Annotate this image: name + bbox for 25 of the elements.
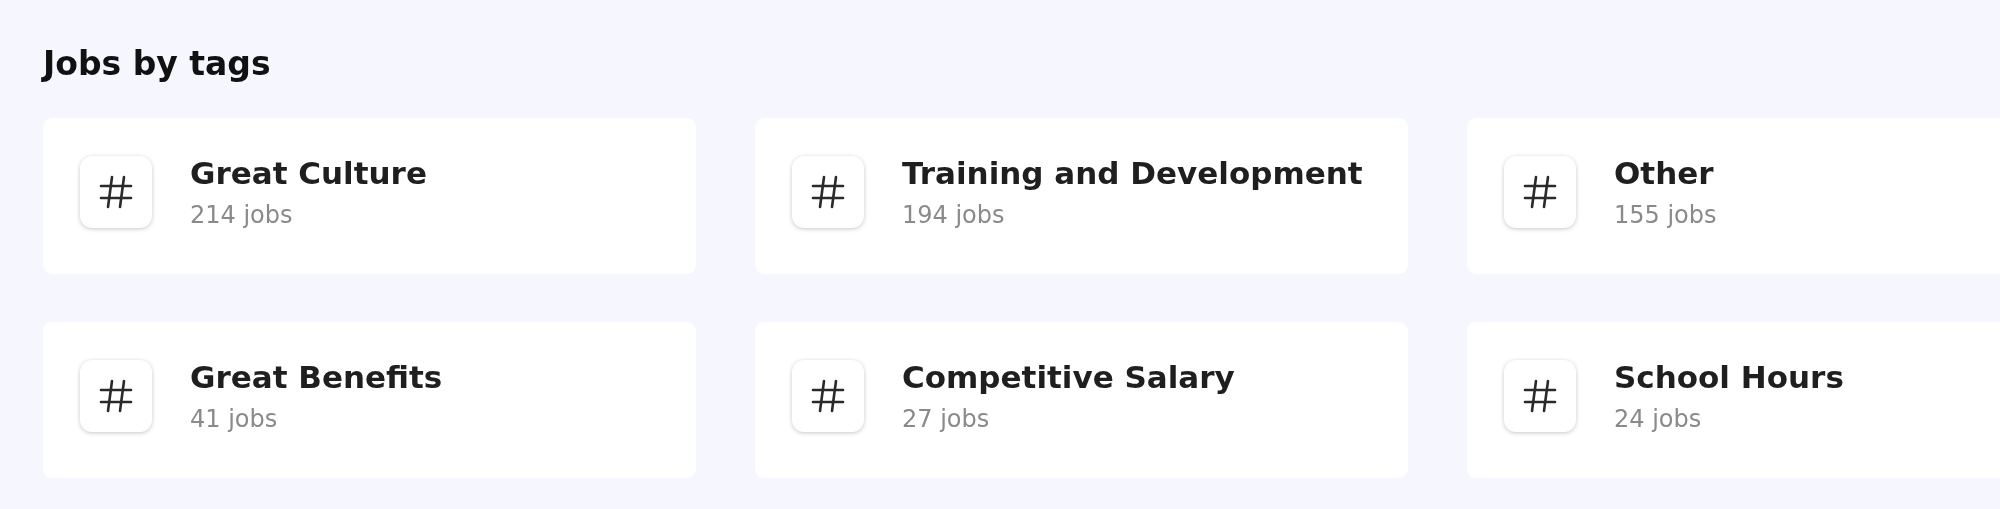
tag-card[interactable]: Great Culture 214 jobs	[43, 118, 696, 274]
tag-card[interactable]: Great Benefits 41 jobs	[43, 322, 696, 478]
tag-name: School Hours	[1614, 358, 1844, 397]
hash-icon	[792, 360, 864, 432]
hash-icon	[1504, 360, 1576, 432]
hash-icon	[1504, 156, 1576, 228]
tag-name: Competitive Salary	[902, 358, 1235, 397]
job-count: 214 jobs	[190, 200, 294, 231]
job-count: 194 jobs	[902, 200, 1006, 231]
hash-icon	[792, 156, 864, 228]
tag-name: Great Benefits	[190, 358, 443, 397]
hash-icon	[80, 156, 152, 228]
tag-name: Other	[1614, 154, 1715, 193]
section-heading: Jobs by tags	[43, 43, 272, 85]
tag-card[interactable]: School Hours 24 jobs	[1467, 322, 2000, 478]
hash-icon	[80, 360, 152, 432]
job-count: 24 jobs	[1614, 404, 1703, 435]
tag-card[interactable]: Other 155 jobs	[1467, 118, 2000, 274]
tag-card[interactable]: Training and Development 194 jobs	[755, 118, 1408, 274]
job-count: 27 jobs	[902, 404, 991, 435]
job-count: 155 jobs	[1614, 200, 1717, 231]
tag-name: Training and Development	[902, 154, 1363, 193]
job-count: 41 jobs	[190, 404, 279, 435]
tag-name: Great Culture	[190, 154, 427, 193]
tag-card[interactable]: Competitive Salary 27 jobs	[755, 322, 1408, 478]
